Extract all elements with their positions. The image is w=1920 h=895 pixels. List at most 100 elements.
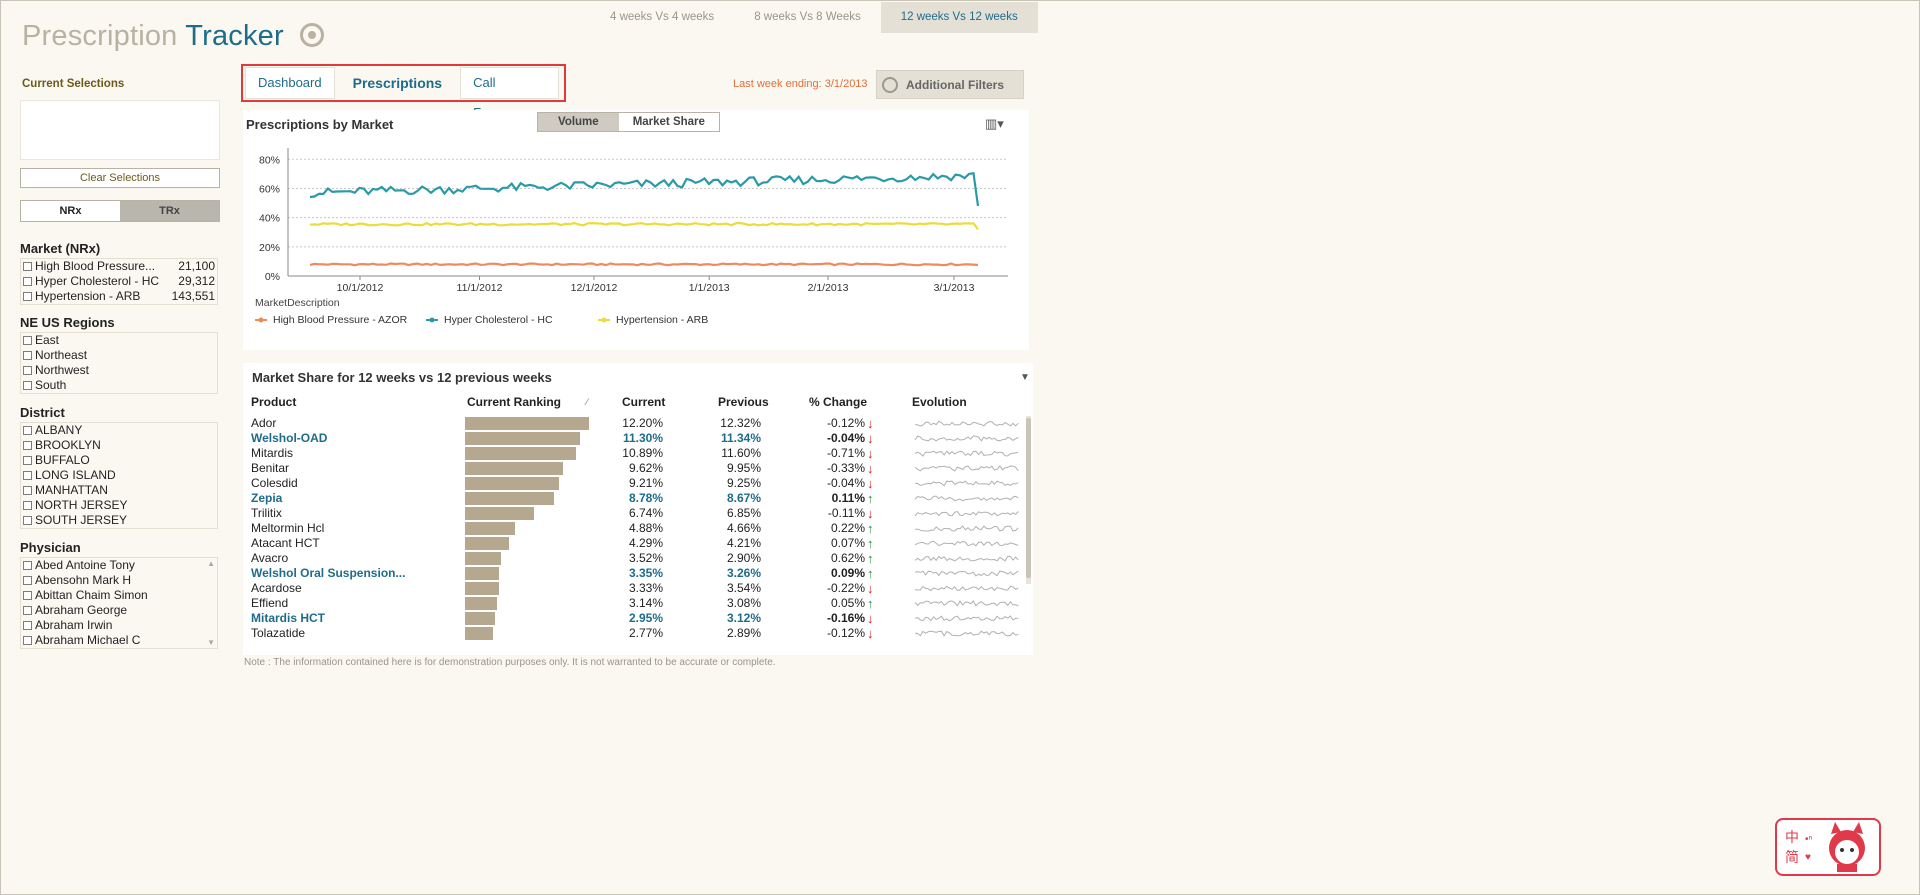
arrow-down-icon: ↓ [867, 446, 874, 461]
arrow-up-icon: ↑ [867, 596, 874, 611]
physician-item[interactable]: Abraham Michael C [21, 633, 217, 648]
series-line [309, 221, 979, 230]
physician-item[interactable]: Abed Antoine Tony [21, 558, 217, 573]
checkbox-icon[interactable] [23, 366, 32, 375]
table-row[interactable]: Mitardis 10.89% 11.60% -0.71% ↓ [250, 446, 1030, 461]
checkbox-icon[interactable] [23, 426, 32, 435]
table-row[interactable]: Atacant HCT 4.29% 4.21% 0.07% ↑ [250, 536, 1030, 551]
region-item[interactable]: South [21, 378, 217, 393]
legend-label: Hypertension - ARB [616, 314, 708, 326]
product-name: Welshol-OAD [251, 431, 328, 445]
table-menu-icon[interactable]: ▼ [1020, 372, 1030, 383]
checkbox-icon[interactable] [23, 441, 32, 450]
checkbox-icon[interactable] [23, 606, 32, 615]
table-row[interactable]: Ador 12.20% 12.32% -0.12% ↓ [250, 416, 1030, 431]
x-tick-label: 1/1/2013 [689, 282, 730, 294]
col-current-ranking[interactable]: Current Ranking [467, 395, 561, 409]
ime-mascot-widget[interactable]: 中 简 •ⁿ ♥ [1775, 818, 1881, 876]
table-row[interactable]: Meltormin Hcl 4.88% 4.66% 0.22% ↑ [250, 521, 1030, 536]
table-row[interactable]: Welshol Oral Suspension... 3.35% 3.26% 0.09… [250, 566, 1030, 581]
scroll-up-icon[interactable]: ▲ [207, 559, 215, 568]
checkbox-icon[interactable] [23, 501, 32, 510]
circle-icon [882, 77, 898, 93]
district-item[interactable]: BUFFALO [21, 453, 217, 468]
checkbox-icon[interactable] [23, 292, 32, 301]
tab-12-weeks[interactable]: 12 weeks Vs 12 weeks [880, 2, 1038, 33]
district-item[interactable]: NORTH JERSEY [21, 498, 217, 513]
checkbox-icon[interactable] [23, 456, 32, 465]
col-current[interactable]: Current [622, 395, 665, 409]
checkbox-icon[interactable] [23, 561, 32, 570]
checkbox-icon[interactable] [23, 591, 32, 600]
chart-type-menu-icon[interactable]: ▥▾ [985, 116, 1004, 132]
volume-button[interactable]: Volume [538, 113, 619, 131]
table-row[interactable]: Avacro 3.52% 2.90% 0.62% ↑ [250, 551, 1030, 566]
y-tick-label: 60% [259, 183, 280, 195]
checkbox-icon[interactable] [23, 576, 32, 585]
tab-8-weeks[interactable]: 8 weeks Vs 8 Weeks [734, 2, 881, 33]
sort-icon[interactable]: ⁄ [586, 397, 588, 407]
market-item[interactable]: Hyper Cholesterol - HC 29,312 [21, 274, 217, 289]
evolution-sparkline [914, 420, 1019, 427]
tab-dashboard[interactable]: Dashboard [245, 67, 335, 99]
tab-prescriptions[interactable]: Prescriptions [339, 67, 456, 99]
previous-value: 8.67% [726, 491, 761, 505]
scroll-thumb[interactable] [1026, 418, 1031, 578]
additional-filters-button[interactable]: Additional Filters [876, 70, 1024, 99]
district-item[interactable]: BROOKLYN [21, 438, 217, 453]
region-item[interactable]: Northwest [21, 363, 217, 378]
tab-call-frequency[interactable]: Call Frequency [460, 67, 559, 120]
nrx-button[interactable]: NRx [21, 201, 120, 221]
arrow-up-icon: ↑ [867, 536, 874, 551]
region-item[interactable]: East [21, 333, 217, 348]
tab-4-weeks[interactable]: 4 weeks Vs 4 weeks [590, 2, 734, 33]
table-row[interactable]: Zepia 8.78% 8.67% 0.11% ↑ [250, 491, 1030, 506]
clear-selections-button[interactable]: Clear Selections [20, 168, 220, 188]
table-row[interactable]: Benitar 9.62% 9.95% -0.33% ↓ [250, 461, 1030, 476]
checkbox-icon[interactable] [23, 471, 32, 480]
checkbox-icon[interactable] [23, 516, 32, 525]
table-row[interactable]: Mitardis HCT 2.95% 3.12% -0.16% ↓ [250, 611, 1030, 626]
market-item[interactable]: Hypertension - ARB 143,551 [21, 289, 217, 304]
table-row[interactable]: Tolazatide 2.77% 2.89% -0.12% ↓ [250, 626, 1030, 641]
region-item[interactable]: Northeast [21, 348, 217, 363]
district-item[interactable]: LONG ISLAND [21, 468, 217, 483]
checkbox-icon[interactable] [23, 486, 32, 495]
table-scrollbar[interactable] [1026, 416, 1031, 584]
previous-value: 4.66% [726, 521, 761, 535]
evolution-sparkline [914, 585, 1019, 592]
col-change[interactable]: % Change [809, 395, 867, 409]
previous-value: 4.21% [726, 536, 761, 550]
checkbox-icon[interactable] [23, 381, 32, 390]
physician-item[interactable]: Abraham Irwin [21, 618, 217, 633]
market-value: 21,100 [178, 259, 215, 273]
district-item[interactable]: ALBANY [21, 423, 217, 438]
checkbox-icon[interactable] [23, 636, 32, 645]
market-share-button[interactable]: Market Share [618, 113, 719, 131]
table-row[interactable]: Welshol-OAD 11.30% 11.34% -0.04% ↓ [250, 431, 1030, 446]
district-item[interactable]: MANHATTAN [21, 483, 217, 498]
physician-item[interactable]: Abraham George [21, 603, 217, 618]
col-evolution[interactable]: Evolution [912, 395, 967, 409]
previous-value: 11.60% [721, 446, 761, 460]
district-item[interactable]: SOUTH JERSEY [21, 513, 217, 528]
checkbox-icon[interactable] [23, 351, 32, 360]
table-row[interactable]: Effiend 3.14% 3.08% 0.05% ↑ [250, 596, 1030, 611]
checkbox-icon[interactable] [23, 621, 32, 630]
col-product[interactable]: Product [251, 395, 296, 409]
checkbox-icon[interactable] [23, 262, 32, 271]
table-row[interactable]: Acardose 3.33% 3.54% -0.22% ↓ [250, 581, 1030, 596]
change-value: -0.71% [826, 446, 865, 460]
table-row[interactable]: Colesdid 9.21% 9.25% -0.04% ↓ [250, 476, 1030, 491]
scroll-down-icon[interactable]: ▼ [207, 638, 215, 647]
physician-item[interactable]: Abittan Chaim Simon [21, 588, 217, 603]
checkbox-icon[interactable] [23, 277, 32, 286]
physician-item[interactable]: Abensohn Mark H [21, 573, 217, 588]
col-previous[interactable]: Previous [718, 395, 769, 409]
current-value: 10.89% [622, 446, 663, 460]
trx-button[interactable]: TRx [120, 201, 219, 221]
sparkline-path [914, 585, 1019, 592]
checkbox-icon[interactable] [23, 336, 32, 345]
table-row[interactable]: Trilitix 6.74% 6.85% -0.11% ↓ [250, 506, 1030, 521]
market-item[interactable]: High Blood Pressure... 21,100 [21, 259, 217, 274]
